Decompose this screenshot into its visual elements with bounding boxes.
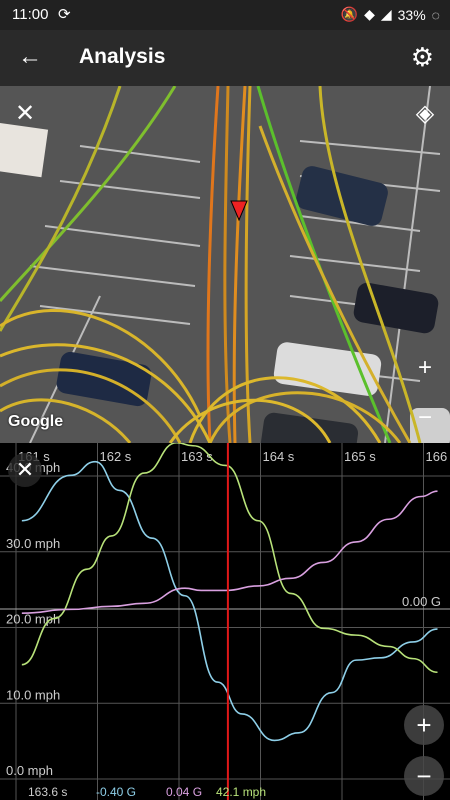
battery-percent: 33% <box>397 6 426 23</box>
x-tick-label: 163 s <box>181 449 213 464</box>
y-tick-label: 30.0 mph <box>6 536 60 551</box>
zoom-in-icon[interactable]: + <box>404 705 444 745</box>
status-time: 11:00 <box>12 6 49 23</box>
layers-icon[interactable]: ◈ <box>408 97 442 131</box>
zoom-in-icon[interactable]: + <box>408 351 442 385</box>
close-icon[interactable]: ✕ <box>8 453 42 487</box>
telemetry-chart[interactable]: 161 s162 s163 s164 s165 s16640.0 mph30.0… <box>0 443 450 800</box>
status-bar: 11:00 ⟳ 🔕 ◆ ◢ 33% ◌ <box>0 0 450 30</box>
x-tick-label: 164 s <box>263 449 295 464</box>
map-attribution: Google <box>8 413 64 430</box>
back-arrow-icon[interactable]: ← <box>18 44 42 70</box>
status-right: 🔕 ◆ ◢ 33% ◌ <box>341 6 440 23</box>
readout-lat-g: 0.04 G <box>166 785 203 799</box>
series-line-0 <box>21 460 438 742</box>
readout-time: 163.6 s <box>28 785 68 799</box>
zoom-out-icon[interactable]: − <box>408 401 442 435</box>
y-tick-label: 10.0 mph <box>6 687 60 702</box>
chart-svg: 161 s162 s163 s164 s165 s16640.0 mph30.0… <box>0 443 450 800</box>
x-tick-label: 166 <box>426 449 448 464</box>
series-line-1 <box>21 443 438 674</box>
x-tick-label: 162 s <box>100 449 132 464</box>
close-icon[interactable]: ✕ <box>8 97 42 131</box>
sync-icon: ⟳ <box>58 6 71 23</box>
wifi-icon: ◆ <box>364 6 375 22</box>
signal-icon: ◢ <box>380 6 392 22</box>
zoom-out-icon[interactable]: − <box>404 756 444 796</box>
y-tick-label: 0.0 mph <box>6 763 53 778</box>
app-bar: ← Analysis ⚙ <box>0 30 450 86</box>
gear-icon[interactable]: ⚙ <box>411 42 434 73</box>
readout-speed: 42.1 mph <box>216 785 267 799</box>
g-axis-label: 0.00 G <box>402 594 441 609</box>
readout-long-g: -0.40 G <box>96 785 137 799</box>
battery-icon: ◌ <box>431 6 440 23</box>
map-satellite <box>0 86 450 443</box>
mute-icon: 🔕 <box>340 6 359 22</box>
page-title: Analysis <box>79 45 166 68</box>
x-tick-label: 165 s <box>344 449 376 464</box>
map-view[interactable]: ✕ ◈ + − Google <box>0 86 450 443</box>
